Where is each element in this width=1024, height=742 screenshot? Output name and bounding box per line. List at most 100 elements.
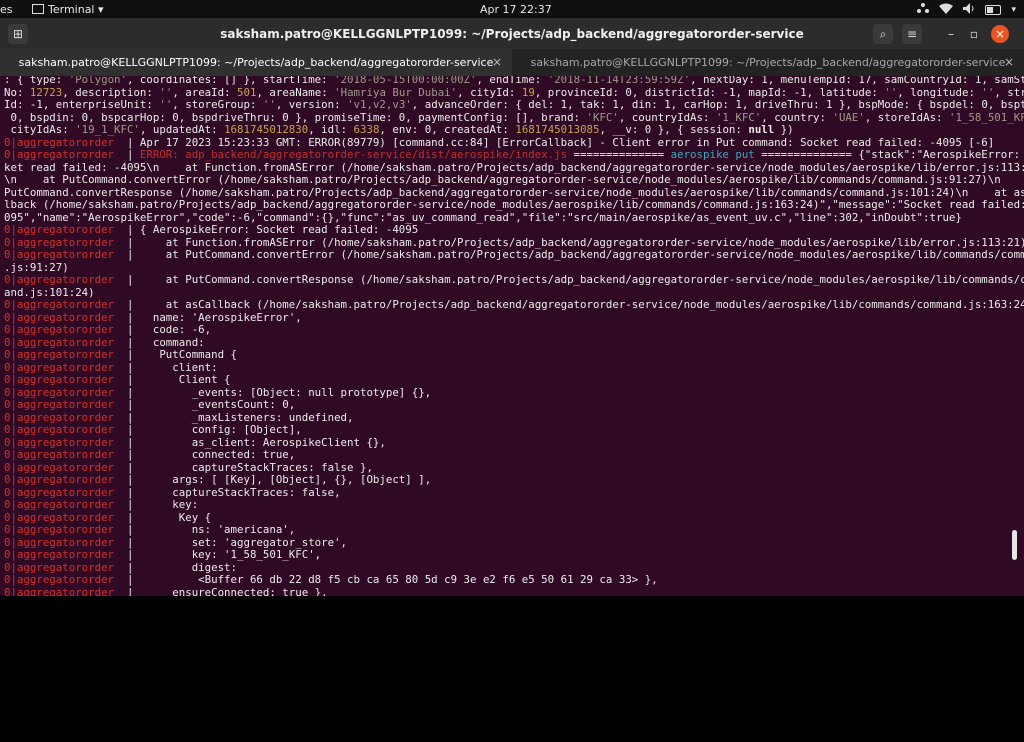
process-prefix: 0|aggregatororder — [4, 348, 115, 361]
chevron-down-icon: ▾ — [1011, 4, 1016, 15]
terminal-text: | _eventsCount: 0, — [114, 398, 296, 411]
process-prefix: 0|aggregatororder — [4, 560, 115, 574]
activities-button[interactable]: es — [0, 3, 13, 16]
terminal-output[interactable]: : { type: 'Polygon', coordinates: [] }, … — [0, 76, 1024, 596]
process-prefix: 0|aggregatororder — [4, 485, 115, 499]
terminal-text: | code: -6, — [114, 323, 212, 336]
terminal-text: | captureStackTraces: false }, — [114, 460, 373, 474]
terminal-text: '' — [262, 98, 276, 111]
terminal-text: | at Function.fromASError (/home/saksham… — [114, 235, 1024, 249]
process-prefix: 0|aggregatororder — [4, 473, 115, 486]
terminal-text: , advanceOrder: { del: 1, tak: 1, din: 1… — [411, 98, 1024, 111]
terminal-text: | Client { — [114, 373, 231, 386]
terminal-text: and.js:101:24) — [4, 285, 95, 299]
terminal-line: 0|aggregatororder | ensureConnected: tru… — [4, 585, 1024, 596]
process-prefix: 0|aggregatororder — [4, 410, 115, 424]
process-prefix: 0|aggregatororder — [4, 448, 115, 461]
process-prefix: 0|aggregatororder — [4, 360, 115, 374]
process-prefix: 0|aggregatororder — [4, 310, 115, 324]
tab-terminal-1[interactable]: saksham.patro@KELLGGNLPTP1099: ~/Project… — [0, 49, 512, 76]
terminal-text: , storeIdAs: — [864, 110, 949, 124]
terminal-text: , version: — [275, 98, 348, 111]
scrollbar-thumb[interactable] — [1012, 530, 1017, 560]
process-prefix: 0|aggregatororder — [4, 298, 115, 311]
terminal-text: | _maxListeners: undefined, — [114, 410, 354, 424]
process-prefix: 0|aggregatororder — [4, 273, 115, 286]
process-prefix: 0|aggregatororder — [4, 435, 115, 449]
terminal-text: | client: — [114, 360, 218, 374]
search-button[interactable]: ⌕ — [873, 24, 893, 44]
terminal-text: | key: — [114, 498, 199, 511]
terminal-text: \n at PutCommand.convertError (/home/sak… — [4, 173, 1024, 186]
terminal-text: | Apr 17 2023 15:23:33 GMT: ERROR(89779)… — [114, 135, 995, 149]
process-prefix: 0|aggregatororder — [4, 235, 115, 249]
terminal-text: | <Buffer 66 db 22 d8 f5 cb ca 65 80 5d … — [114, 573, 658, 586]
window-titlebar[interactable]: ⊞ saksham.patro@KELLGGNLPTP1099: ~/Proje… — [0, 18, 1024, 49]
terminal-text: , updatedAt: — [139, 123, 225, 136]
terminal-text: | { AerospikeError: Socket read failed: … — [114, 223, 419, 236]
terminal-text: | digest: — [114, 560, 238, 574]
terminal-text: | config: [Object], — [114, 423, 302, 436]
terminal-text: | command: — [114, 335, 205, 349]
terminal-text: | Key { — [114, 510, 212, 524]
terminal-text: , country: — [761, 110, 833, 124]
close-icon[interactable]: × — [492, 49, 502, 76]
terminal-text: Id: -1, enterpriseUnit: — [4, 98, 160, 111]
tab-bar: saksham.patro@KELLGGNLPTP1099: ~/Project… — [0, 49, 1024, 76]
terminal-text: | set: 'aggregator_store', — [114, 535, 348, 549]
terminal-text: null — [748, 123, 775, 136]
terminal-text: 6338 — [353, 123, 380, 136]
tab-terminal-2[interactable]: saksham.patro@KELLGGNLPTP1099: ~/Project… — [512, 49, 1024, 76]
network-share-icon — [917, 2, 930, 17]
terminal-text: | ns: 'americana', — [114, 523, 296, 536]
terminal-text: , coordinates: [] }, startTime: — [126, 76, 335, 86]
terminal-text: , longitude: — [897, 85, 982, 99]
terminal-text: 'UAE' — [832, 110, 865, 124]
terminal-icon — [32, 4, 44, 14]
terminal-text: | captureStackTraces: false, — [114, 485, 341, 499]
wifi-icon — [939, 3, 954, 17]
clock[interactable]: Apr 17 22:37 — [480, 3, 552, 16]
top-panel: es Terminal ▾ Apr 17 22:37 ▾ — [0, 0, 1024, 18]
process-prefix: 0|aggregatororder — [4, 323, 115, 336]
terminal-text: , areaId: — [172, 85, 238, 99]
terminal-text: ket read failed: -4095\n at Function.fro… — [4, 160, 1024, 174]
terminal-line: 0|aggregatororder | at PutCommand.conver… — [4, 273, 1024, 287]
process-prefix: 0|aggregatororder — [4, 135, 115, 149]
process-prefix: 0|aggregatororder — [4, 398, 115, 411]
process-prefix: 0|aggregatororder — [4, 535, 115, 549]
terminal-text: | ensureConnected: true }, — [114, 585, 328, 596]
terminal-text: '1_KFC' — [715, 110, 762, 124]
process-prefix: 0|aggregatororder — [4, 548, 115, 561]
terminal-text: ============== — [567, 148, 671, 161]
terminal-text: 0, bspdin: 0, bspcarHop: 0, bspdriveThru… — [4, 110, 587, 124]
process-prefix: 0|aggregatororder — [4, 248, 115, 261]
terminal-line: 0|aggregatororder | at PutCommand.conver… — [4, 248, 1024, 262]
maximize-button[interactable]: ▫ — [964, 24, 984, 44]
terminal-text: }) — [774, 123, 794, 136]
terminal-text: 'Hamriya Bur Dubai' — [334, 85, 458, 99]
close-button[interactable]: × — [991, 25, 1009, 43]
minimize-button[interactable]: – — [941, 24, 961, 44]
tab-label: saksham.patro@KELLGGNLPTP1099: ~/Project… — [18, 56, 494, 69]
terminal-text: '' — [884, 85, 898, 99]
terminal-text: .js:91:27) — [4, 260, 69, 274]
system-tray[interactable]: ▾ — [917, 2, 1016, 17]
terminal-text: ERROR: adp_backend/aggregatororder-servi… — [139, 148, 568, 161]
terminal-text: '2018-05-15T00:00:00Z' — [334, 76, 477, 86]
terminal-text: '' — [159, 85, 173, 99]
terminal-text: 'v1,v2,v3' — [347, 98, 412, 111]
app-menu[interactable]: Terminal ▾ — [32, 3, 104, 16]
terminal-text: | as_client: AerospikeClient {}, — [114, 435, 386, 449]
hamburger-menu-button[interactable]: ≡ — [902, 24, 922, 44]
close-icon[interactable]: × — [1004, 49, 1014, 76]
terminal-text: , storeGroup: — [172, 98, 263, 111]
terminal-text: | at asCallback (/home/saksham.patro/Pro… — [114, 298, 1024, 311]
chevron-down-icon: ▾ — [98, 3, 104, 16]
battery-icon — [985, 4, 1002, 15]
tab-label: saksham.patro@KELLGGNLPTP1099: ~/Project… — [530, 56, 1006, 69]
terminal-text: 095","name":"AerospikeError","code":-6,"… — [4, 210, 962, 224]
process-prefix: 0|aggregatororder — [4, 423, 115, 436]
terminal-text: | — [114, 148, 140, 161]
terminal-lines: : { type: 'Polygon', coordinates: [] }, … — [4, 76, 1024, 596]
